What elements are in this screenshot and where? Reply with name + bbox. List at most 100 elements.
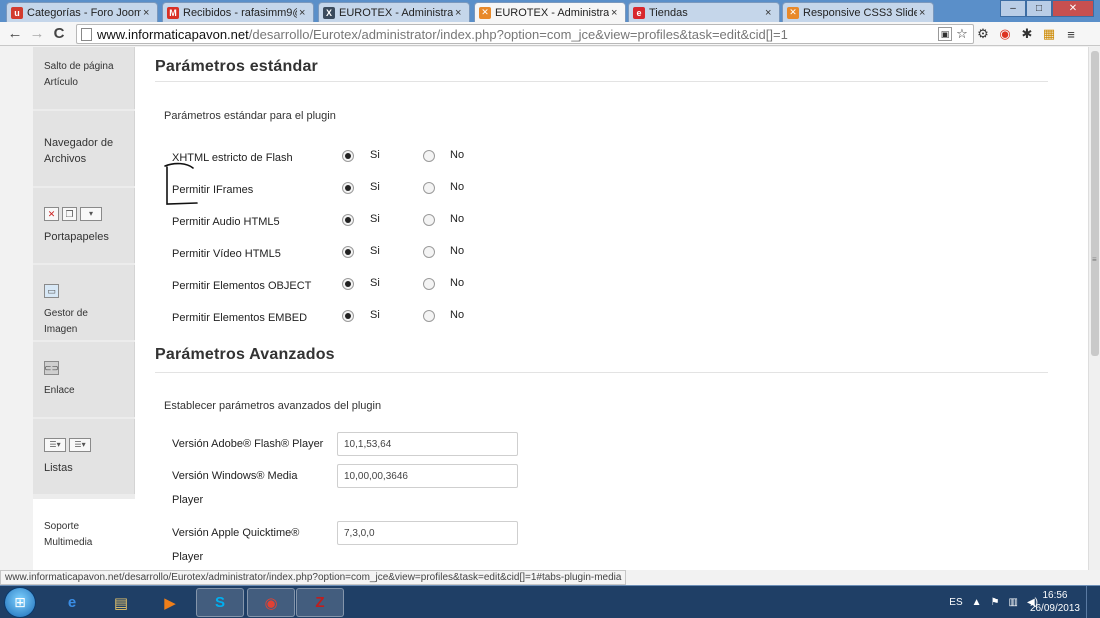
tab-title: Tiendas	[649, 6, 688, 19]
sidebar-item-label: Listas	[44, 462, 73, 474]
radio-no[interactable]	[423, 278, 435, 290]
radio-no-label: No	[450, 213, 465, 225]
show-desktop-button[interactable]	[1086, 586, 1100, 618]
browser-tab[interactable]: M Recibidos - rafasimm9@g×	[162, 2, 314, 22]
standard-section-description: Parámetros estándar para el plugin	[164, 110, 336, 122]
clock-time: 16:56	[1042, 590, 1068, 601]
window-controls: – □ ✕	[1000, 0, 1094, 17]
sidebar-item-multimedia[interactable]: Soporte Multimedia	[33, 499, 135, 570]
favicon-icon: M	[167, 6, 179, 19]
sidebar-item-lists[interactable]: ☰▾ ☰▾ Listas	[33, 419, 135, 494]
sidebar-item-label: Portapapeles	[44, 231, 109, 243]
tab-close-icon[interactable]: ×	[143, 7, 153, 19]
action-center-icon[interactable]: ⚑	[991, 597, 1000, 608]
radio-si-label: Si	[370, 277, 380, 289]
sidebar-item-file-browser[interactable]: Navegador de Archivos	[33, 111, 135, 186]
skype-icon: S	[214, 594, 225, 611]
sidebar-item-label: Archivos	[44, 153, 87, 165]
maximize-button[interactable]: □	[1026, 0, 1052, 17]
taskbar-app-filezilla[interactable]: Z	[296, 588, 344, 617]
radio-no[interactable]	[423, 310, 435, 322]
language-indicator[interactable]: ES	[949, 597, 962, 608]
clock-date: 26/09/2013	[1029, 603, 1080, 614]
close-window-button[interactable]: ✕	[1052, 0, 1094, 17]
sidebar-item-label: Enlace	[44, 385, 75, 396]
sidebar-item-clipboard[interactable]: ✕ ❐ ▾ Portapapeles	[33, 188, 135, 263]
address-bar[interactable]: www.informaticapavon.net/desarrollo/Euro…	[76, 24, 974, 44]
system-clock[interactable]: 16:56 26/09/2013	[1030, 589, 1080, 615]
tab-close-icon[interactable]: ×	[455, 7, 465, 19]
radio-no[interactable]	[423, 214, 435, 226]
browser-tab[interactable]: ✕ Responsive CSS3 Slider - J×	[782, 2, 934, 22]
radio-si[interactable]	[342, 182, 354, 194]
forward-button[interactable]: →	[26, 23, 48, 45]
flash-version-input[interactable]: 10,1,53,64	[337, 432, 518, 456]
tab-close-icon[interactable]: ×	[919, 7, 929, 19]
browser-tab[interactable]: e Tiendas ×	[628, 2, 780, 22]
radio-no[interactable]	[423, 150, 435, 162]
browser-tab[interactable]: ✕ EUROTEX - Administració×	[474, 2, 626, 22]
sidebar-item-pagebreak[interactable]: Salto de página Artículo	[33, 47, 135, 109]
notes-extension-icon[interactable]: ▦	[1038, 24, 1060, 44]
taskbar-app-internet-explorer[interactable]: e	[48, 588, 96, 617]
radio-si[interactable]	[342, 310, 354, 322]
network-icon[interactable]: ▥	[1009, 597, 1018, 608]
menu-icon[interactable]: ≡	[1060, 24, 1082, 44]
tab-title: EUROTEX - Administració	[495, 6, 609, 19]
divider	[155, 372, 1048, 373]
scrollbar-thumb[interactable]	[1091, 51, 1099, 356]
back-button[interactable]: ←	[4, 23, 26, 45]
radio-si[interactable]	[342, 246, 354, 258]
unordered-list-icon: ☰▾	[69, 438, 91, 452]
puzzle-extension-icon[interactable]: ✱	[1016, 24, 1038, 44]
tab-close-icon[interactable]: ×	[765, 7, 775, 19]
reload-button[interactable]: C	[48, 23, 70, 45]
quicktime-version-label: Versión Apple Quicktime®	[172, 527, 300, 539]
sidebar-item-image-manager[interactable]: ▭ Gestor de Imagen	[33, 265, 135, 340]
radio-no[interactable]	[423, 182, 435, 194]
favicon-icon: e	[633, 6, 645, 19]
radio-si-label: Si	[370, 181, 380, 193]
radio-si-label: Si	[370, 149, 380, 161]
taskbar-app-file-explorer[interactable]: ▤	[97, 588, 145, 617]
start-button[interactable]: ⊞	[4, 587, 36, 618]
taskbar-app-skype[interactable]: S	[196, 588, 244, 617]
windows-media-version-input[interactable]: 10,00,00,3646	[337, 464, 518, 488]
quicktime-version-input[interactable]: 7,3,0,0	[337, 521, 518, 545]
radio-no-label: No	[450, 245, 465, 257]
bookmark-star-icon[interactable]: ☆	[955, 26, 969, 41]
radio-si[interactable]	[342, 150, 354, 162]
radio-no-label: No	[450, 181, 465, 193]
opera-extension-icon[interactable]: ◉	[994, 24, 1016, 44]
status-url-bubble: www.informaticapavon.net/desarrollo/Euro…	[0, 570, 627, 585]
page-action-icon[interactable]: ▣	[938, 27, 952, 41]
system-tray: ES ▲ ⚑ ▥ ◀)	[940, 586, 1038, 618]
gear-icon[interactable]: ⚙	[972, 24, 994, 44]
taskbar-app-media-player[interactable]: ▶	[146, 588, 194, 617]
radio-si-label: Si	[370, 245, 380, 257]
radio-si[interactable]	[342, 278, 354, 290]
favicon-icon: ✕	[479, 6, 491, 19]
show-hidden-icons-icon[interactable]: ▲	[972, 597, 982, 608]
paste-icon: ▾	[80, 207, 102, 221]
windows-media-version-label-cont: Player	[172, 494, 204, 506]
browser-tab[interactable]: X EUROTEX - Administració×	[318, 2, 470, 22]
parameter-label: Permitir Audio HTML5	[172, 216, 280, 228]
minimize-button[interactable]: –	[1000, 0, 1026, 17]
tab-close-icon[interactable]: ×	[611, 7, 621, 19]
divider	[155, 81, 1048, 82]
cut-icon: ✕	[44, 207, 59, 221]
vertical-scrollbar[interactable]: ≡	[1088, 47, 1100, 570]
tab-close-icon[interactable]: ×	[299, 7, 309, 19]
sidebar-item-label: Multimedia	[44, 537, 93, 548]
sidebar-item-link[interactable]: ⊂⊃ Enlace	[33, 342, 135, 417]
reload-icon: C	[53, 25, 65, 42]
radio-no[interactable]	[423, 246, 435, 258]
radio-no-label: No	[450, 149, 465, 161]
browser-tab[interactable]: u Categorías - Foro Joomla!×	[6, 2, 158, 22]
radio-si[interactable]	[342, 214, 354, 226]
browser-toolbar: ← → C www.informaticapavon.net/desarroll…	[0, 22, 1100, 46]
file-explorer-icon: ▤	[113, 594, 129, 612]
taskbar-app-chrome[interactable]: ◉	[247, 588, 295, 617]
media-player-icon: ▶	[164, 594, 176, 612]
